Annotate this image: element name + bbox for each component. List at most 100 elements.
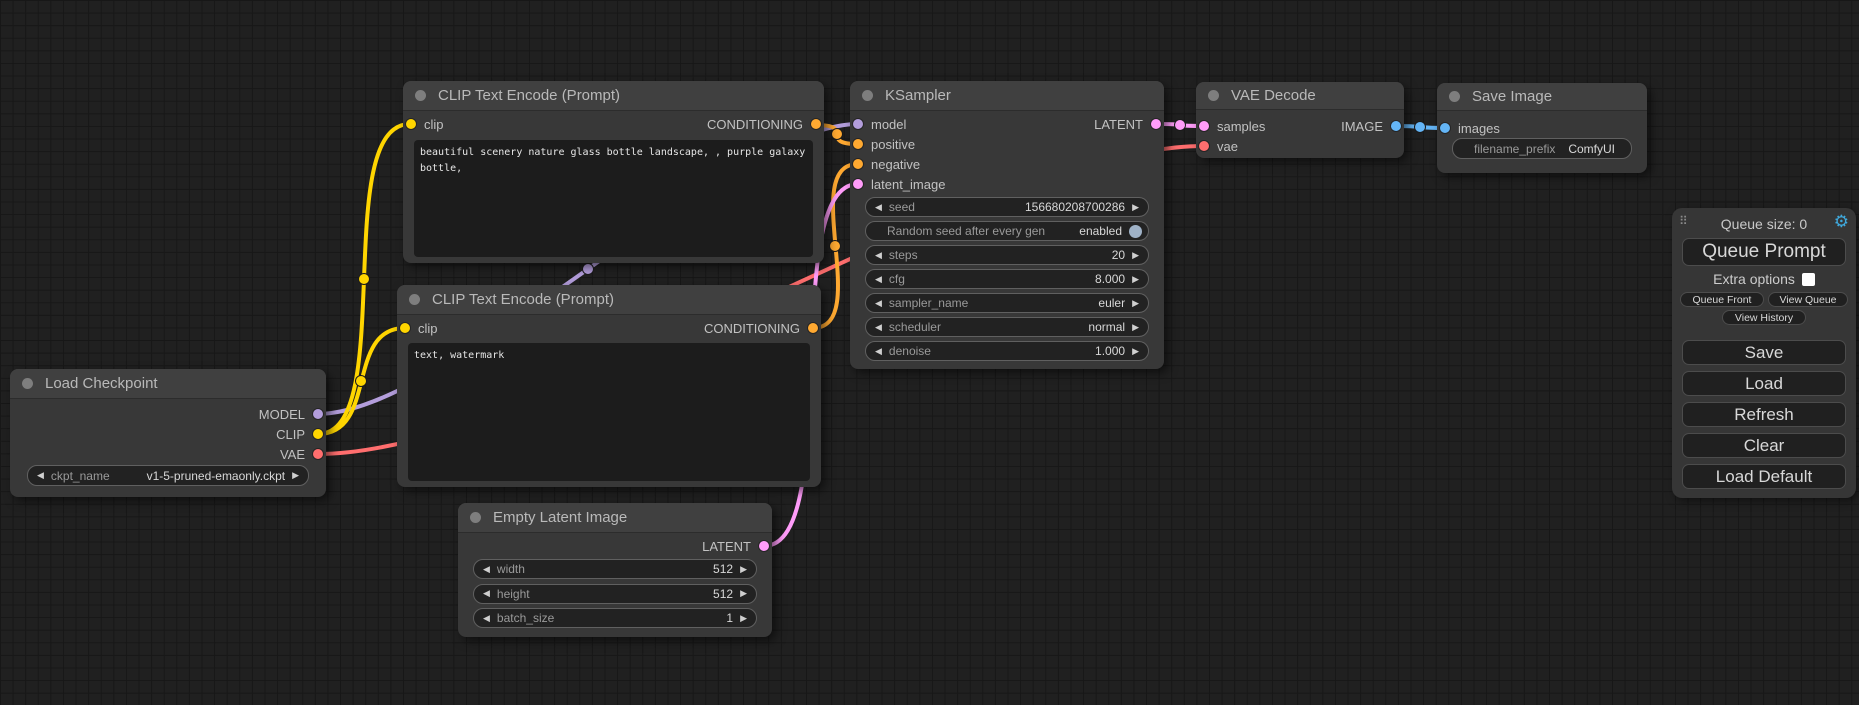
conditioning-slot-icon[interactable]	[811, 119, 821, 129]
collapse-dot-icon[interactable]	[470, 512, 481, 523]
increment-icon[interactable]: ▶	[740, 614, 747, 623]
decrement-icon[interactable]: ◀	[875, 323, 882, 332]
node-header[interactable]: KSampler	[850, 81, 1164, 111]
vae-slot-icon[interactable]	[1199, 141, 1209, 151]
input-slot-vae[interactable]: vae	[1199, 136, 1238, 156]
node-graph-canvas[interactable]: Load Checkpoint MODEL CLIP VAE ◀ ckpt_na…	[0, 0, 1859, 705]
increment-icon[interactable]: ▶	[740, 565, 747, 574]
widget-height[interactable]: ◀ height 512 ▶	[473, 584, 757, 604]
node-load-checkpoint[interactable]: Load Checkpoint MODEL CLIP VAE ◀ ckpt_na…	[10, 369, 326, 497]
input-slot-model[interactable]: model	[853, 114, 906, 134]
queue-panel[interactable]: ⠿ Queue size: 0 ⚙ Queue Prompt Extra opt…	[1672, 208, 1856, 498]
conditioning-slot-icon[interactable]	[808, 323, 818, 333]
node-header[interactable]: Save Image	[1437, 83, 1647, 111]
widget-ckpt-name[interactable]: ◀ ckpt_name v1-5-pruned-emaonly.ckpt ▶	[27, 465, 309, 486]
increment-icon[interactable]: ▶	[740, 589, 747, 598]
decrement-icon[interactable]: ◀	[875, 203, 882, 212]
latent-slot-icon[interactable]	[1151, 119, 1161, 129]
widget-seed[interactable]: ◀ seed 156680208700286 ▶	[865, 197, 1149, 217]
input-slot-images[interactable]: images	[1440, 118, 1500, 138]
view-history-button[interactable]: View History	[1722, 310, 1806, 325]
decrement-icon[interactable]: ◀	[875, 347, 882, 356]
increment-icon[interactable]: ▶	[1132, 203, 1139, 212]
increment-icon[interactable]: ▶	[1132, 347, 1139, 356]
output-slot-latent[interactable]: LATENT	[1094, 114, 1161, 134]
widget-filename-prefix[interactable]: filename_prefix ComfyUI	[1452, 138, 1632, 159]
latent-slot-icon[interactable]	[759, 541, 769, 551]
output-slot-latent[interactable]: LATENT	[702, 536, 769, 556]
decrement-icon[interactable]: ◀	[483, 614, 490, 623]
decrement-icon[interactable]: ◀	[483, 565, 490, 574]
output-slot-vae[interactable]: VAE	[280, 444, 323, 464]
node-clip-text-encode-negative[interactable]: CLIP Text Encode (Prompt) clip CONDITION…	[397, 285, 821, 487]
conditioning-slot-icon[interactable]	[853, 159, 863, 169]
output-slot-model[interactable]: MODEL	[259, 404, 323, 424]
queue-prompt-button[interactable]: Queue Prompt	[1682, 238, 1846, 266]
collapse-dot-icon[interactable]	[22, 378, 33, 389]
widget-denoise[interactable]: ◀ denoise 1.000 ▶	[865, 341, 1149, 361]
node-header[interactable]: VAE Decode	[1196, 82, 1404, 110]
node-header[interactable]: Load Checkpoint	[10, 369, 326, 399]
decrement-icon[interactable]: ◀	[37, 471, 44, 480]
node-header[interactable]: Empty Latent Image	[458, 503, 772, 533]
output-slot-conditioning[interactable]: CONDITIONING	[707, 114, 821, 134]
load-button[interactable]: Load	[1682, 371, 1846, 396]
decrement-icon[interactable]: ◀	[875, 251, 882, 260]
toggle-icon[interactable]	[1129, 225, 1142, 238]
conditioning-slot-icon[interactable]	[853, 139, 863, 149]
clip-slot-icon[interactable]	[406, 119, 416, 129]
latent-slot-icon[interactable]	[1199, 121, 1209, 131]
output-slot-conditioning[interactable]: CONDITIONING	[704, 318, 818, 338]
input-slot-latent-image[interactable]: latent_image	[853, 174, 945, 194]
widget-scheduler[interactable]: ◀ scheduler normal ▶	[865, 317, 1149, 337]
clip-slot-icon[interactable]	[313, 429, 323, 439]
increment-icon[interactable]: ▶	[1132, 251, 1139, 260]
decrement-icon[interactable]: ◀	[483, 589, 490, 598]
extra-options-checkbox[interactable]	[1802, 273, 1815, 286]
refresh-button[interactable]: Refresh	[1682, 402, 1846, 427]
node-header[interactable]: CLIP Text Encode (Prompt)	[397, 285, 821, 315]
increment-icon[interactable]: ▶	[1132, 275, 1139, 284]
decrement-icon[interactable]: ◀	[875, 275, 882, 284]
node-vae-decode[interactable]: VAE Decode samples IMAGE vae	[1196, 82, 1404, 158]
input-slot-samples[interactable]: samples	[1199, 116, 1265, 136]
decrement-icon[interactable]: ◀	[875, 299, 882, 308]
model-slot-icon[interactable]	[313, 409, 323, 419]
collapse-dot-icon[interactable]	[415, 90, 426, 101]
increment-icon[interactable]: ▶	[292, 471, 299, 480]
increment-icon[interactable]: ▶	[1132, 323, 1139, 332]
clear-button[interactable]: Clear	[1682, 433, 1846, 458]
input-slot-negative[interactable]: negative	[853, 154, 920, 174]
clip-slot-icon[interactable]	[400, 323, 410, 333]
widget-sampler-name[interactable]: ◀ sampler_name euler ▶	[865, 293, 1149, 313]
gear-icon[interactable]: ⚙	[1834, 212, 1849, 232]
node-header[interactable]: CLIP Text Encode (Prompt)	[403, 81, 824, 111]
widget-cfg[interactable]: ◀ cfg 8.000 ▶	[865, 269, 1149, 289]
save-button[interactable]: Save	[1682, 340, 1846, 365]
output-slot-image[interactable]: IMAGE	[1341, 116, 1401, 136]
node-empty-latent-image[interactable]: Empty Latent Image LATENT ◀ width 512 ▶ …	[458, 503, 772, 637]
node-save-image[interactable]: Save Image images filename_prefix ComfyU…	[1437, 83, 1647, 173]
prompt-textarea[interactable]: beautiful scenery nature glass bottle la…	[414, 140, 813, 257]
collapse-dot-icon[interactable]	[1449, 91, 1460, 102]
image-slot-icon[interactable]	[1391, 121, 1401, 131]
widget-batch-size[interactable]: ◀ batch_size 1 ▶	[473, 608, 757, 628]
collapse-dot-icon[interactable]	[862, 90, 873, 101]
input-slot-positive[interactable]: positive	[853, 134, 915, 154]
node-ksampler[interactable]: KSampler model LATENT positive negative …	[850, 81, 1164, 369]
prompt-textarea[interactable]: text, watermark	[408, 343, 810, 481]
model-slot-icon[interactable]	[853, 119, 863, 129]
collapse-dot-icon[interactable]	[1208, 90, 1219, 101]
widget-width[interactable]: ◀ width 512 ▶	[473, 559, 757, 579]
output-slot-clip[interactable]: CLIP	[276, 424, 323, 444]
node-clip-text-encode-positive[interactable]: CLIP Text Encode (Prompt) clip CONDITION…	[403, 81, 824, 263]
increment-icon[interactable]: ▶	[1132, 299, 1139, 308]
collapse-dot-icon[interactable]	[409, 294, 420, 305]
view-queue-button[interactable]: View Queue	[1768, 292, 1848, 307]
input-slot-clip[interactable]: clip	[400, 318, 438, 338]
widget-steps[interactable]: ◀ steps 20 ▶	[865, 245, 1149, 265]
widget-random-seed-toggle[interactable]: Random seed after every gen enabled	[865, 221, 1149, 241]
load-default-button[interactable]: Load Default	[1682, 464, 1846, 489]
image-slot-icon[interactable]	[1440, 123, 1450, 133]
vae-slot-icon[interactable]	[313, 449, 323, 459]
